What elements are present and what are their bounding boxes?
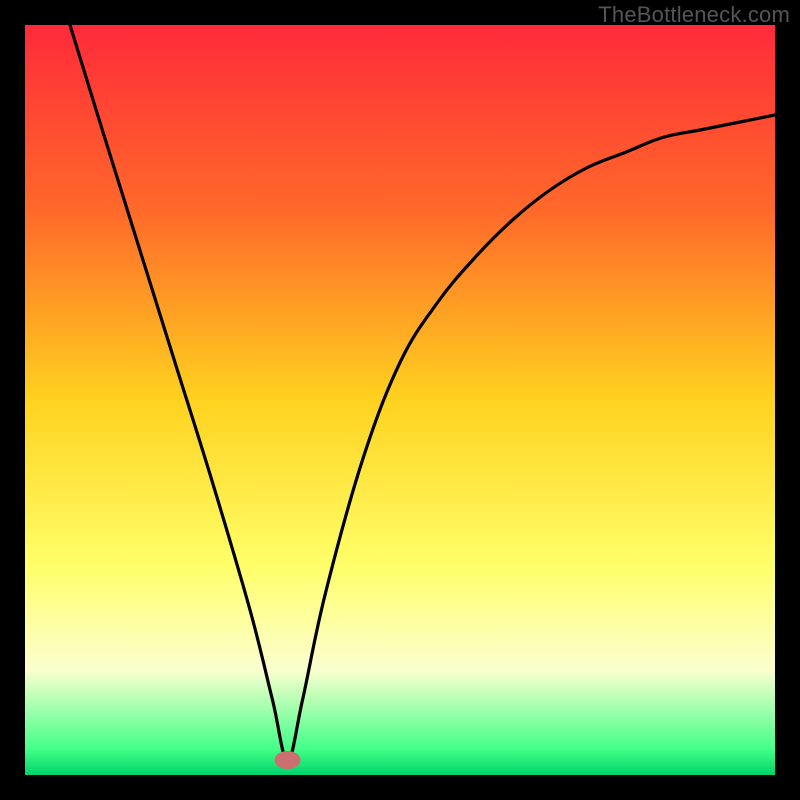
chart-area <box>25 25 775 775</box>
optimum-marker <box>275 751 301 769</box>
watermark-text: TheBottleneck.com <box>598 2 790 28</box>
bottleneck-chart <box>25 25 775 775</box>
